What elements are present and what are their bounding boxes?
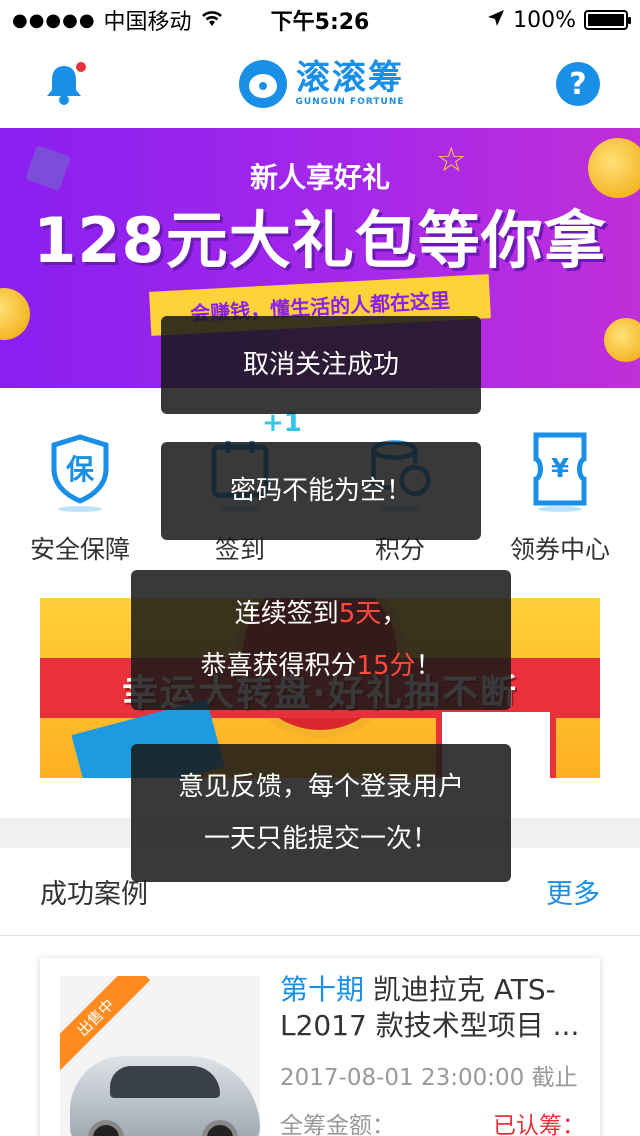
toast-text: 恭喜获得积分 [200,651,357,681]
nav-label: 安全保障 [29,535,130,564]
coin-decoration [0,288,30,340]
case-period: 第十期 [280,973,365,1006]
logo-english-name: GUNGUN FORTUNE [295,97,405,107]
location-arrow-icon [487,8,505,33]
battery-icon [584,10,631,30]
shield-icon: 保 [46,430,114,512]
app-header: 滚滚筹 GUNGUN FORTUNE ? [0,40,640,128]
toast-text: 连续签到 [234,599,339,629]
svg-text:¥: ¥ [551,454,569,484]
banner-headline: 128元大礼包等你拿 [33,204,607,277]
case-car-image: 出售中 [60,976,260,1136]
toast-feedback-limit: 意见反馈，每个登录用户 一天只能提交一次！ [131,744,511,882]
battery-percent: 100% [513,7,576,33]
wifi-icon [200,8,224,33]
svg-text:保: 保 [66,453,95,486]
toast-text: ， [381,599,408,629]
carrier-name: 中国移动 [103,10,192,35]
coin-decoration [604,318,640,362]
toast-password-empty: 密码不能为空！ [161,442,481,540]
unread-dot [76,62,86,72]
toast-text: 取消关注成功 [242,350,399,380]
clock: 下午5:26 [270,10,370,35]
toast-checkin-reward: 连续签到5天， 恭喜获得积分15分！ [131,570,511,710]
notification-bell-icon[interactable] [40,60,88,108]
signal-icon: ●●●●● [12,9,96,31]
nav-security[interactable]: 保 安全保障 [0,430,160,580]
app-logo: 滚滚筹 GUNGUN FORTUNE [239,60,404,108]
toast-unfollow: 取消关注成功 [161,316,481,414]
checkin-days: 5天 [338,599,382,629]
case-deadline: 2017-08-01 23:00:00 截止 [280,1065,578,1091]
nav-coupons[interactable]: ¥ 领券中心 [480,430,640,580]
coupon-icon: ¥ [526,430,594,512]
more-link[interactable]: 更多 [546,872,600,911]
checkin-points: 15分 [356,651,416,681]
case-card[interactable]: 出售中 第十期 凯迪拉克 ATS-L2017 款技术型项目 ... 2017-0… [40,958,600,1136]
toast-text: 一天只能提交一次！ [203,824,438,854]
logo-chinese-name: 滚滚筹 [295,58,404,98]
toast-text: 意见反馈，每个登录用户 [177,772,464,802]
help-label: ? [569,66,587,102]
help-icon[interactable]: ? [555,62,600,106]
status-bar: ●●●●● 中国移动 下午5:26 100% [0,0,640,40]
panda-logo-icon [239,60,288,108]
toast-text: ！ [415,651,442,681]
app-screen: ●●●●● 中国移动 下午5:26 100% 滚滚筹 GUNGUN FORTUN… [0,0,640,1136]
case-title: 第十期 凯迪拉克 ATS-L2017 款技术型项目 ... [280,972,585,1044]
total-amount-label: 全筹金额： [280,1113,395,1136]
toast-text: 密码不能为空！ [229,476,412,506]
raised-amount-label: 已认筹： [493,1113,585,1136]
nav-label: 领券中心 [509,535,610,564]
